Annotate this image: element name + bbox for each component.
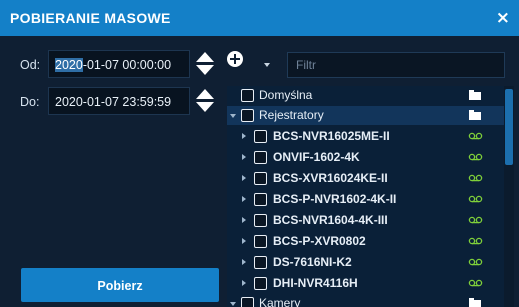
expand-icon[interactable]	[242, 280, 246, 286]
add-icon[interactable]	[227, 51, 243, 67]
scrollbar-thumb[interactable]	[505, 89, 513, 165]
tree-group-label: Rejestratory	[259, 108, 324, 122]
recording-icon	[468, 153, 483, 161]
device-checkbox[interactable]	[254, 277, 267, 290]
recording-icon	[468, 279, 483, 287]
device-checkbox[interactable]	[254, 151, 267, 164]
tree-scrollbar[interactable]	[504, 86, 514, 307]
tree-device-row[interactable]: BCS-NVR1604-4K-III	[227, 211, 504, 230]
expand-icon[interactable]	[242, 154, 246, 160]
device-label: DS-7616NI-K2	[273, 255, 352, 269]
tree-group-label: Domyślna	[259, 88, 313, 102]
tree-device-row[interactable]: ONVIF-1602-4K	[227, 148, 504, 167]
tree-group-label: Kamery	[259, 296, 301, 307]
tree-device-row[interactable]: BCS-P-NVR1602-4K-II	[227, 190, 504, 209]
to-decrement-icon[interactable]	[196, 102, 214, 112]
from-label: Od:	[20, 58, 41, 72]
device-label: BCS-NVR16025ME-II	[273, 129, 390, 143]
to-increment-icon[interactable]	[196, 89, 214, 99]
recording-icon	[468, 132, 483, 140]
filter-input[interactable]	[287, 52, 505, 78]
expand-icon[interactable]	[242, 217, 246, 223]
from-datetime-rest: -01-07 00:00:00	[82, 58, 172, 72]
tree-group-recorders[interactable]: Rejestratory	[227, 106, 504, 125]
device-label: BCS-P-NVR1602-4K-II	[273, 192, 397, 206]
expand-icon[interactable]	[242, 175, 246, 181]
collapse-icon[interactable]	[230, 302, 236, 306]
chevron-down-icon[interactable]	[264, 63, 270, 67]
from-increment-icon[interactable]	[196, 52, 214, 62]
folder-icon	[469, 110, 481, 120]
from-year-segment[interactable]: 2020	[55, 58, 83, 72]
collapse-icon[interactable]	[230, 114, 236, 118]
to-datetime-input[interactable]: 2020-01-07 23:59:59	[48, 87, 190, 115]
bulk-download-dialog: POBIERANIE MASOWE × Od: 2020-01-07 00:00…	[0, 0, 519, 307]
from-decrement-icon[interactable]	[196, 65, 214, 75]
from-spinner	[196, 50, 214, 78]
tree-device-row[interactable]: BCS-NVR16025ME-II	[227, 127, 504, 146]
tree-device-row[interactable]: BCS-XVR16024KE-II	[227, 169, 504, 188]
tree-device-row[interactable]: DS-7616NI-K2	[227, 253, 504, 272]
recording-icon	[468, 216, 483, 224]
device-label: ONVIF-1602-4K	[273, 150, 360, 164]
from-datetime-input[interactable]: 2020-01-07 00:00:00	[48, 50, 190, 78]
group-checkbox[interactable]	[241, 297, 254, 307]
expand-icon[interactable]	[242, 238, 246, 244]
group-checkbox[interactable]	[241, 89, 254, 102]
folder-icon	[469, 90, 481, 100]
recording-icon	[468, 237, 483, 245]
group-checkbox[interactable]	[241, 109, 254, 122]
recording-icon	[468, 195, 483, 203]
device-label: DHI-NVR4116H	[273, 276, 358, 290]
recording-icon	[468, 174, 483, 182]
device-checkbox[interactable]	[254, 256, 267, 269]
folder-icon	[469, 298, 481, 307]
device-checkbox[interactable]	[254, 130, 267, 143]
device-label: BCS-NVR1604-4K-III	[273, 213, 388, 227]
expand-icon[interactable]	[242, 259, 246, 265]
device-checkbox[interactable]	[254, 172, 267, 185]
device-checkbox[interactable]	[254, 214, 267, 227]
tree-device-row[interactable]: BCS-P-XVR0802	[227, 232, 504, 251]
fetch-button[interactable]: Pobierz	[21, 268, 219, 302]
device-checkbox[interactable]	[254, 235, 267, 248]
to-label: Do:	[20, 95, 40, 109]
to-spinner	[196, 87, 214, 115]
tree-device-row[interactable]: DHI-NVR4116H	[227, 274, 504, 293]
close-icon[interactable]: ×	[496, 8, 510, 28]
expand-icon[interactable]	[242, 133, 246, 139]
expand-icon[interactable]	[242, 196, 246, 202]
dialog-title: POBIERANIE MASOWE	[10, 10, 171, 26]
device-tree: Domyślna Rejestratory BCS-NVR16025ME-II …	[227, 86, 504, 307]
tree-group-default[interactable]: Domyślna	[227, 86, 504, 105]
device-checkbox[interactable]	[254, 193, 267, 206]
tree-group-cameras[interactable]: Kamery	[227, 294, 504, 307]
recording-icon	[468, 258, 483, 266]
title-bar: POBIERANIE MASOWE ×	[0, 0, 519, 36]
device-label: BCS-XVR16024KE-II	[273, 171, 388, 185]
device-label: BCS-P-XVR0802	[273, 234, 366, 248]
